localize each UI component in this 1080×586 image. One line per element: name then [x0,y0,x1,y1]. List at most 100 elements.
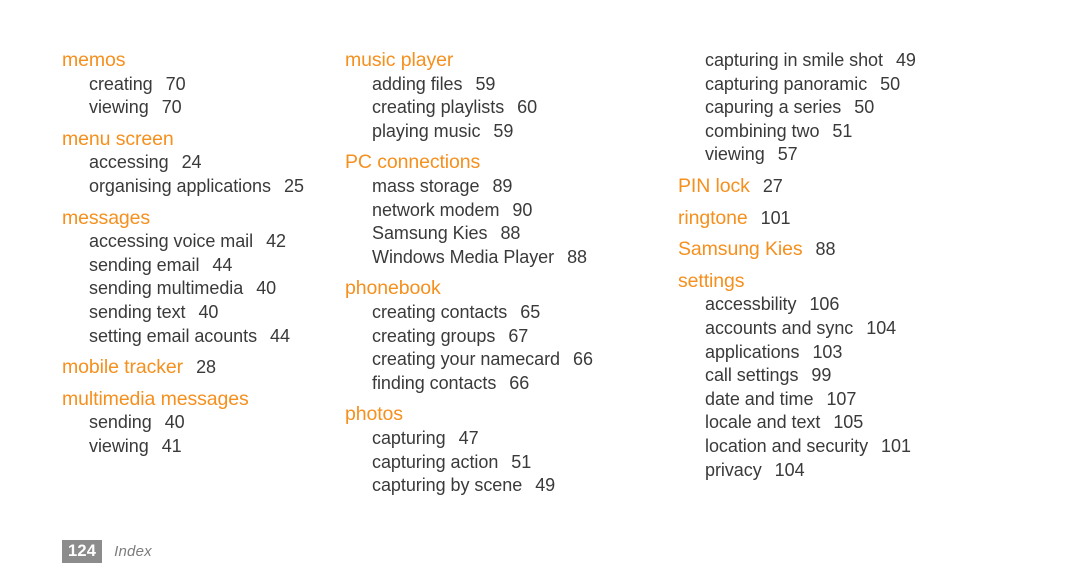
index-entry[interactable]: creating your namecard 66 [345,348,670,372]
index-heading-page-number: 27 [762,175,783,196]
index-entry-page-number: 101 [881,435,911,456]
index-heading[interactable]: mobile tracker 28 [62,356,335,380]
index-entry[interactable]: Samsung Kies 88 [345,222,670,246]
index-entry[interactable]: accessing 24 [62,151,335,175]
index-entry-page-number: 40 [164,412,185,433]
index-entry-label: organising applications [89,175,271,196]
index-heading[interactable]: photos [345,403,670,427]
index-group: multimedia messages sending 40 viewing 41 [62,388,335,459]
index-entry-page-number: 106 [809,294,840,315]
index-entry[interactable]: accessing voice mail 42 [62,230,335,254]
index-entry[interactable]: sending text 40 [62,301,335,325]
index-entry[interactable]: privacy 104 [678,459,1080,483]
index-heading[interactable]: music player [345,49,670,73]
index-entry-page-number: 90 [512,199,533,220]
index-entry-label: capturing panoramic [705,73,868,94]
index-entry[interactable]: capturing panoramic 50 [678,73,1080,97]
index-entry[interactable]: sending email 44 [62,254,335,278]
index-entry[interactable]: viewing 70 [62,96,335,120]
index-entry-label: sending multimedia [89,278,244,299]
index-entry-page-number: 44 [270,325,290,346]
index-entry-label: capturing action [372,451,499,472]
index-entry-label: sending [89,412,152,433]
index-entry-label: creating [89,73,153,94]
index-page: memos creating 70 viewing 70 menu screen acces… [0,0,1080,586]
index-entry[interactable]: location and security 101 [678,435,1080,459]
index-heading[interactable]: multimedia messages [62,388,335,412]
index-entry[interactable]: accounts and sync 104 [678,317,1080,341]
index-entry[interactable]: applications 103 [678,341,1080,365]
index-heading[interactable]: PIN lock 27 [678,175,1080,199]
index-entry-page-number: 40 [198,301,219,322]
index-entry[interactable]: capuring a series 50 [678,96,1080,120]
index-entry[interactable]: network modem 90 [345,199,670,223]
index-entry-label: viewing [89,435,149,456]
index-heading-label: music player [345,49,454,71]
index-entry[interactable]: locale and text 105 [678,411,1080,435]
index-heading[interactable]: ringtone 101 [678,207,1080,231]
index-entry[interactable]: capturing by scene 49 [345,474,670,498]
index-entry-page-number: 67 [508,325,529,346]
index-entry[interactable]: capturing in smile shot 49 [678,49,1080,73]
index-entry-label: applications [705,341,800,362]
index-entry-label: creating your namecard [372,349,560,370]
index-entry-page-number: 66 [573,349,593,370]
index-entry-page-number: 40 [256,278,277,299]
index-entry-page-number: 104 [866,317,897,338]
index-entry-page-number: 66 [509,372,530,393]
index-heading[interactable]: settings [678,270,1080,294]
index-group: phonebook creating contacts 65 creating gro… [345,277,670,395]
index-group: mobile tracker 28 [62,356,335,380]
index-entry-page-number: 59 [475,73,496,94]
index-entry-label: Windows Media Player [372,246,555,267]
index-entry[interactable]: creating groups 67 [345,325,670,349]
index-heading[interactable]: messages [62,207,335,231]
index-heading-page-number: 28 [196,357,216,378]
index-entry-label: creating contacts [372,301,508,322]
index-entry[interactable]: capturing 47 [345,427,670,451]
folio-section-title: Index [114,543,152,560]
index-entry-page-number: 103 [812,341,843,362]
index-heading[interactable]: memos [62,49,335,73]
index-entry[interactable]: creating playlists 60 [345,96,670,120]
index-group: photos capturing 47 capturing action 51 captu… [345,403,670,497]
index-heading-label: ringtone [678,206,748,229]
index-heading[interactable]: Samsung Kies 88 [678,238,1080,262]
index-entry-page-number: 44 [212,254,233,275]
index-heading[interactable]: menu screen [62,128,335,152]
index-group: memos creating 70 viewing 70 [62,49,335,120]
index-entry[interactable]: organising applications 25 [62,175,335,199]
index-entry-label: finding contacts [372,372,497,393]
index-entry-page-number: 65 [520,301,541,322]
index-entry-label: accessing [89,152,169,173]
index-entry[interactable]: date and time 107 [678,388,1080,412]
index-entry[interactable]: creating 70 [62,73,335,97]
index-entry-label: location and security [705,435,869,456]
index-heading[interactable]: phonebook [345,277,670,301]
index-entry[interactable]: viewing 57 [678,143,1080,167]
index-heading-page-number: 88 [815,239,836,260]
index-entry-page-number: 51 [832,120,853,141]
index-column-3: capturing in smile shot 49 capturing panor… [670,49,1080,482]
index-entry[interactable]: setting email acounts 44 [62,325,335,349]
index-entry[interactable]: call settings 99 [678,364,1080,388]
index-entry[interactable]: sending multimedia 40 [62,277,335,301]
index-entry[interactable]: mass storage 89 [345,175,670,199]
index-entry[interactable]: creating contacts 65 [345,301,670,325]
index-entry[interactable]: viewing 41 [62,435,335,459]
index-group: Samsung Kies 88 [678,238,1080,262]
index-group: music player adding files 59 creating playl… [345,49,670,143]
index-entry-label: accounts and sync [705,317,854,338]
index-heading-label: memos [62,49,126,71]
index-entry[interactable]: capturing action 51 [345,451,670,475]
index-group: settings accessbility 106 accounts and sync… [678,270,1080,482]
index-entry[interactable]: combining two 51 [678,120,1080,144]
index-entry[interactable]: sending 40 [62,411,335,435]
index-heading-label: multimedia messages [62,387,249,410]
index-entry[interactable]: Windows Media Player 88 [345,246,670,270]
index-entry[interactable]: playing music 59 [345,120,670,144]
index-entry[interactable]: finding contacts 66 [345,372,670,396]
index-entry[interactable]: adding files 59 [345,73,670,97]
index-heading[interactable]: PC connections [345,151,670,175]
index-entry[interactable]: accessbility 106 [678,293,1080,317]
